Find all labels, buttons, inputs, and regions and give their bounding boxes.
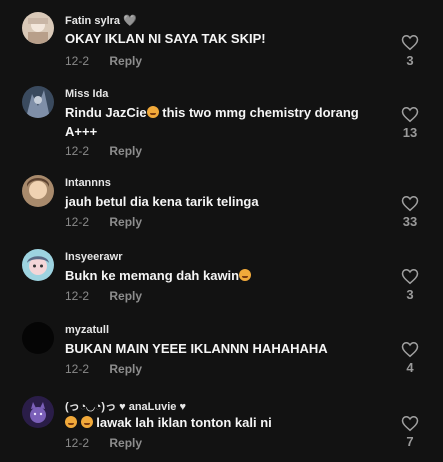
avatar[interactable] — [22, 396, 54, 428]
comment-item: Fatin sylra 🩶 OKAY IKLAN NI SAYA TAK SKI… — [0, 12, 443, 72]
comment-text: Bukn ke memang dah kawin — [65, 266, 370, 285]
like-count: 3 — [406, 53, 414, 68]
avatar[interactable] — [22, 249, 54, 281]
smiling-face-icon — [239, 269, 252, 281]
comment-item: Intannns jauh betul dia kena tarik telin… — [0, 175, 443, 235]
comment-date: 12-2 — [65, 289, 90, 303]
comment-date: 12-2 — [65, 54, 90, 68]
username[interactable]: Fatin sylra 🩶 — [65, 14, 137, 27]
comment-date: 12-2 — [65, 215, 90, 229]
avatar[interactable] — [22, 175, 54, 207]
comment-meta: 12-2 Reply — [65, 289, 142, 303]
comment-text: BUKAN MAIN YEEE IKLANNN HAHAHAHA — [65, 341, 328, 356]
avatar[interactable] — [22, 86, 54, 118]
heart-outline-icon — [401, 268, 419, 285]
heart-outline-icon — [401, 106, 419, 123]
like-button[interactable]: 7 — [396, 415, 424, 449]
like-count: 3 — [406, 287, 414, 302]
comment-date: 12-2 — [65, 436, 90, 450]
comment-meta: 12-2 Reply — [65, 54, 142, 68]
username[interactable]: myzatull — [65, 324, 109, 336]
reply-button[interactable]: Reply — [109, 144, 142, 158]
heart-outline-icon — [401, 415, 419, 432]
comment-item: myzatull BUKAN MAIN YEEE IKLANNN HAHAHAH… — [0, 322, 443, 382]
comment-item: (っ◔◡◔)っ ♥ anaLuvie ♥ lawak lah iklan ton… — [0, 396, 443, 456]
heart-outline-icon — [401, 341, 419, 358]
comment-meta: 12-2 Reply — [65, 215, 142, 229]
comment-meta: 12-2 Reply — [65, 144, 142, 158]
reply-button[interactable]: Reply — [109, 54, 142, 68]
comment-text: lawak lah iklan tonton kali ni — [65, 413, 370, 432]
username[interactable]: Miss Ida — [65, 88, 108, 100]
reply-button[interactable]: Reply — [109, 289, 142, 303]
like-count: 33 — [402, 214, 418, 229]
reply-button[interactable]: Reply — [109, 436, 142, 450]
heart-outline-icon — [401, 195, 419, 212]
reply-button[interactable]: Reply — [109, 362, 142, 376]
grinning-face-icon — [80, 416, 93, 428]
smiling-face-icon — [146, 106, 159, 118]
comment-date: 12-2 — [65, 144, 90, 158]
username[interactable]: Intannns — [65, 177, 111, 189]
like-count: 13 — [402, 125, 418, 140]
like-count: 4 — [406, 360, 414, 375]
comment-meta: 12-2 Reply — [65, 362, 142, 376]
comment-item: Miss Ida Rindu JazCie this two mmg chemi… — [0, 86, 443, 160]
username[interactable]: (っ◔◡◔)っ ♥ anaLuvie ♥ — [65, 398, 186, 414]
comment-text: OKAY IKLAN NI SAYA TAK SKIP! — [65, 31, 266, 46]
username[interactable]: Insyeerawr — [65, 251, 122, 263]
comment-text: Rindu JazCie this two mmg chemistry dora… — [65, 105, 359, 139]
comment-item: Insyeerawr Bukn ke memang dah kawin 12-2… — [0, 249, 443, 309]
like-button[interactable]: 3 — [396, 268, 424, 302]
like-button[interactable]: 33 — [396, 195, 424, 229]
like-button[interactable]: 4 — [396, 341, 424, 375]
like-button[interactable]: 3 — [396, 34, 424, 68]
comment-text: jauh betul dia kena tarik telinga — [65, 194, 259, 209]
grinning-face-icon — [65, 416, 77, 428]
like-button[interactable]: 13 — [396, 106, 424, 140]
comment-meta: 12-2 Reply — [65, 436, 142, 450]
avatar[interactable] — [22, 12, 54, 44]
heart-badge: 🩶 — [123, 15, 137, 27]
heart-outline-icon — [401, 34, 419, 51]
comment-date: 12-2 — [65, 362, 90, 376]
like-count: 7 — [406, 434, 414, 449]
reply-button[interactable]: Reply — [109, 215, 142, 229]
avatar[interactable] — [22, 322, 54, 354]
